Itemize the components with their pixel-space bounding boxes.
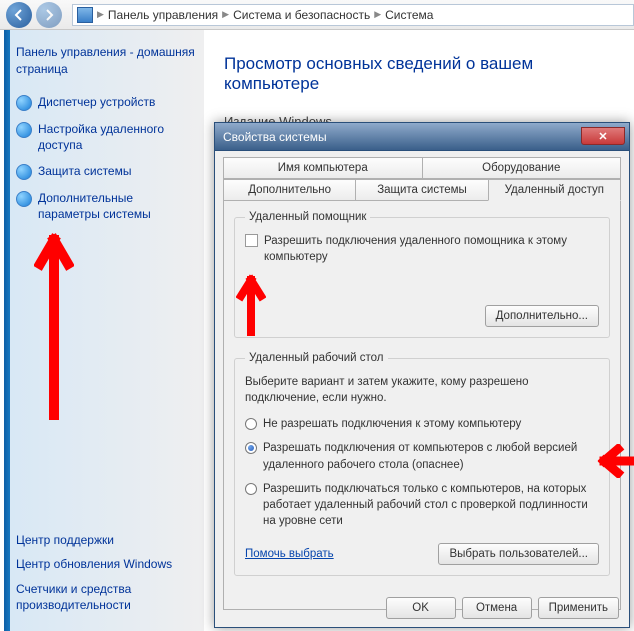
shield-icon — [16, 191, 32, 207]
tab-remote-content: Удаленный помощник Разрешить подключения… — [223, 200, 621, 610]
crumb-mid[interactable]: Система и безопасность — [233, 8, 370, 22]
rd-opt-allow-any[interactable]: Разрешать подключения от компьютеров с л… — [245, 440, 599, 472]
rd-description: Выберите вариант и затем укажите, кому р… — [245, 374, 599, 406]
nav-back-button[interactable] — [6, 2, 32, 28]
crumb-leaf[interactable]: Система — [385, 8, 433, 22]
rd-opt-dont-allow[interactable]: Не разрешать подключения к этому компьют… — [245, 416, 599, 432]
control-panel-home-link[interactable]: Панель управления - домашняя страница — [16, 44, 196, 78]
ra-allow-checkbox[interactable]: Разрешить подключения удаленного помощни… — [245, 233, 599, 265]
link-action-center[interactable]: Центр поддержки — [16, 532, 196, 548]
chevron-right-icon: ▶ — [222, 9, 229, 20]
rd-opt3-label: Разрешить подключаться только с компьюте… — [263, 481, 599, 529]
task-device-manager[interactable]: Диспетчер устройств — [16, 94, 196, 111]
chevron-right-icon: ▶ — [97, 9, 104, 20]
tab-system-protection[interactable]: Защита системы — [355, 179, 488, 201]
close-icon: ✕ — [598, 130, 607, 143]
tasks-sidebar: Панель управления - домашняя страница Ди… — [4, 30, 204, 631]
ra-advanced-button[interactable]: Дополнительно... — [485, 305, 599, 327]
task-advanced-system[interactable]: Дополнительные параметры системы — [16, 190, 196, 222]
rd-opt2-label: Разрешать подключения от компьютеров с л… — [263, 440, 599, 472]
close-button[interactable]: ✕ — [581, 127, 625, 145]
rd-help-link[interactable]: Помочь выбрать — [245, 548, 334, 560]
task-system-protection[interactable]: Защита системы — [16, 163, 196, 180]
shield-icon — [16, 164, 32, 180]
nav-forward-button[interactable] — [36, 2, 62, 28]
remote-desktop-group: Удаленный рабочий стол Выберите вариант … — [234, 352, 610, 576]
ok-button[interactable]: OK — [386, 597, 456, 619]
system-properties-dialog: Свойства системы ✕ Имя компьютера Оборуд… — [214, 122, 630, 628]
breadcrumb-path[interactable]: ▶ Панель управления ▶ Система и безопасн… — [72, 4, 634, 26]
shield-icon — [16, 95, 32, 111]
page-title: Просмотр основных сведений о вашем компь… — [224, 54, 624, 94]
task-label: Дополнительные параметры системы — [38, 190, 196, 222]
control-panel-icon — [77, 7, 93, 23]
task-label: Защита системы — [38, 163, 131, 179]
tab-computer-name[interactable]: Имя компьютера — [223, 157, 423, 179]
task-label: Диспетчер устройств — [38, 94, 155, 110]
shield-icon — [16, 122, 32, 138]
task-remote-settings[interactable]: Настройка удаленного доступа — [16, 121, 196, 153]
link-windows-update[interactable]: Центр обновления Windows — [16, 556, 196, 572]
checkbox-icon — [245, 234, 258, 247]
tab-hardware[interactable]: Оборудование — [422, 157, 622, 179]
see-also: Центр поддержки Центр обновления Windows… — [16, 532, 196, 621]
radio-icon — [245, 442, 257, 454]
crumb-root[interactable]: Панель управления — [108, 8, 218, 22]
rd-select-users-button[interactable]: Выбрать пользователей... — [438, 543, 599, 565]
ra-checkbox-label: Разрешить подключения удаленного помощни… — [264, 233, 599, 265]
tab-advanced[interactable]: Дополнительно — [223, 179, 356, 201]
rd-legend: Удаленный рабочий стол — [245, 352, 388, 364]
remote-assistance-group: Удаленный помощник Разрешить подключения… — [234, 211, 610, 338]
dialog-titlebar[interactable]: Свойства системы ✕ — [215, 123, 629, 151]
cancel-button[interactable]: Отмена — [462, 597, 532, 619]
task-label: Настройка удаленного доступа — [38, 121, 196, 153]
link-performance[interactable]: Счетчики и средства производительности — [16, 581, 196, 613]
tab-remote[interactable]: Удаленный доступ — [488, 179, 621, 201]
address-bar: ▶ Панель управления ▶ Система и безопасн… — [0, 0, 634, 30]
chevron-right-icon: ▶ — [374, 9, 381, 20]
dialog-title: Свойства системы — [223, 130, 327, 144]
radio-icon — [245, 418, 257, 430]
ra-legend: Удаленный помощник — [245, 211, 370, 223]
rd-opt1-label: Не разрешать подключения к этому компьют… — [263, 416, 521, 432]
rd-opt-allow-nla[interactable]: Разрешить подключаться только с компьюте… — [245, 481, 599, 529]
apply-button[interactable]: Применить — [538, 597, 619, 619]
radio-icon — [245, 483, 257, 495]
